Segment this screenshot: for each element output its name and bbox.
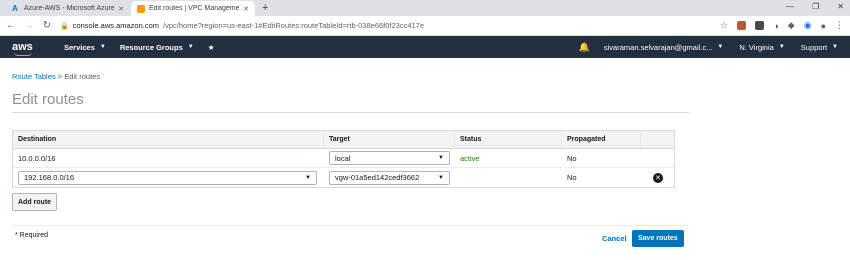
bell-icon[interactable]: 🔔: [579, 42, 590, 53]
add-route-button[interactable]: Add route: [12, 193, 58, 211]
close-window-icon[interactable]: ✕: [837, 2, 844, 11]
chevron-down-icon: ▼: [832, 44, 838, 50]
account-label: sivaraman.selvarajan@gmail.c...: [603, 42, 713, 52]
destination-cell: 10.0.0.0/16: [18, 153, 56, 163]
aws-icon: [137, 4, 145, 13]
browser-tab-azure[interactable]: A Azure-AWS - Microsoft Azure ✕: [6, 1, 130, 16]
breadcrumb-current: Edit routes: [64, 72, 101, 81]
support-label: Support: [800, 42, 828, 52]
close-icon[interactable]: ✕: [118, 5, 124, 13]
cancel-button[interactable]: Cancel: [602, 234, 627, 243]
extension-icon[interactable]: [755, 21, 765, 30]
header-destination: Destination: [13, 131, 324, 148]
aws-navbar: aws Services ▼ Resource Groups ▼ ★ 🔔 siv…: [0, 36, 850, 58]
breadcrumb-route-tables-link[interactable]: Route Tables: [12, 72, 56, 81]
services-label: Services: [64, 42, 95, 52]
table-header: Destination Target Status Propagated: [13, 131, 674, 149]
resource-groups-label: Resource Groups: [119, 42, 183, 52]
forward-icon[interactable]: →: [24, 20, 34, 31]
menu-kebab-icon[interactable]: ⋮: [835, 20, 844, 31]
new-tab-icon[interactable]: +: [262, 2, 268, 14]
status-cell: active: [460, 153, 480, 163]
required-note: * Required: [15, 232, 49, 239]
azure-icon: A: [12, 3, 18, 13]
back-icon[interactable]: ←: [6, 20, 16, 31]
header-target: Target: [324, 131, 455, 148]
title-divider: [12, 112, 689, 113]
region-label: N. Virginia: [739, 42, 774, 52]
aws-logo[interactable]: aws: [12, 42, 42, 56]
header-status: Status: [455, 131, 562, 148]
destination-value: 192.168.0.0/16: [24, 173, 75, 182]
chevron-down-icon: ▼: [778, 44, 785, 50]
profile-icon[interactable]: ●: [821, 21, 826, 31]
url-field[interactable]: 🔒 console.aws.amazon.com/vpc/home?region…: [60, 18, 712, 34]
dropdown-arrow-icon: ▼: [305, 174, 311, 181]
pin-icon[interactable]: ★: [208, 43, 215, 52]
tab-label: Azure-AWS - Microsoft Azure: [24, 5, 115, 12]
propagated-cell: No: [567, 173, 577, 182]
dropdown-arrow-icon: ▼: [438, 174, 444, 181]
breadcrumb-separator: >: [55, 72, 65, 81]
extensions: ☆ ◑ ◆ ◉ ● ⋮: [720, 20, 844, 31]
target-value: local: [335, 153, 351, 163]
aws-smile-icon: [14, 52, 32, 56]
support-menu[interactable]: Support ▼: [801, 43, 838, 52]
extension-icon[interactable]: ◑: [773, 21, 778, 31]
chevron-down-icon: ▼: [717, 44, 724, 50]
target-select[interactable]: local ▼: [329, 151, 450, 165]
browser-tab-bar: A Azure-AWS - Microsoft Azure ✕ Edit rou…: [0, 0, 850, 16]
table-row: 10.0.0.0/16 local ▼ active No: [13, 149, 674, 168]
address-bar: ← → ↻ 🔒 console.aws.amazon.com/vpc/home?…: [0, 16, 850, 36]
extension-icon[interactable]: [737, 21, 747, 30]
save-routes-button[interactable]: Save routes: [632, 230, 684, 247]
breadcrumb: Route Tables > Edit routes: [12, 72, 838, 81]
url-path: /vpc/home?region=us-east-1#EditRoutes:ro…: [163, 21, 425, 30]
status-cell: [455, 168, 562, 187]
header-propagated: Propagated: [562, 131, 641, 148]
routes-table: Destination Target Status Propagated 10.…: [12, 130, 675, 188]
propagated-cell: No: [567, 153, 577, 163]
target-value: vgw-01a5ed142cedf3662: [335, 173, 420, 182]
close-icon[interactable]: ✕: [243, 5, 249, 13]
url-host: console.aws.amazon.com: [72, 21, 160, 30]
remove-route-icon[interactable]: ✕: [653, 172, 663, 183]
target-cell: local ▼: [324, 149, 455, 167]
target-select[interactable]: vgw-01a5ed142cedf3662 ▼: [329, 170, 450, 185]
header-actions: [641, 131, 674, 148]
actions-cell: ✕: [641, 168, 674, 187]
lock-icon: 🔒: [60, 22, 69, 30]
reload-icon[interactable]: ↻: [42, 20, 52, 31]
actions-cell: [641, 149, 674, 167]
footer-divider: [12, 225, 689, 226]
window-controls: — ❐ ✕: [786, 2, 844, 11]
dropdown-arrow-icon: ▼: [438, 155, 444, 161]
extension-icon[interactable]: ◉: [804, 20, 812, 31]
region-menu[interactable]: N. Virginia ▼: [739, 43, 784, 52]
chevron-down-icon: ▼: [99, 44, 106, 50]
main-content: Route Tables > Edit routes Edit routes D…: [0, 72, 850, 226]
restore-icon[interactable]: ❐: [812, 2, 819, 11]
extension-icon[interactable]: ◆: [788, 20, 795, 31]
destination-cell: 192.168.0.0/16 ▼: [13, 168, 324, 187]
page-title: Edit routes: [12, 91, 84, 108]
chevron-down-icon: ▼: [187, 44, 194, 50]
services-menu[interactable]: Services ▼: [64, 43, 106, 52]
minimize-icon[interactable]: —: [786, 2, 794, 11]
tab-label: Edit routes | VPC Management C: [149, 5, 240, 12]
browser-tab-vpc[interactable]: Edit routes | VPC Management C ✕: [131, 1, 255, 16]
resource-groups-menu[interactable]: Resource Groups ▼: [120, 43, 194, 52]
destination-input[interactable]: 192.168.0.0/16 ▼: [18, 170, 317, 185]
account-menu[interactable]: sivaraman.selvarajan@gmail.c... ▼: [604, 43, 723, 52]
target-cell: vgw-01a5ed142cedf3662 ▼: [324, 168, 455, 187]
bookmark-star-icon[interactable]: ☆: [720, 20, 728, 31]
table-row: 192.168.0.0/16 ▼ vgw-01a5ed142cedf3662 ▼…: [13, 168, 674, 187]
